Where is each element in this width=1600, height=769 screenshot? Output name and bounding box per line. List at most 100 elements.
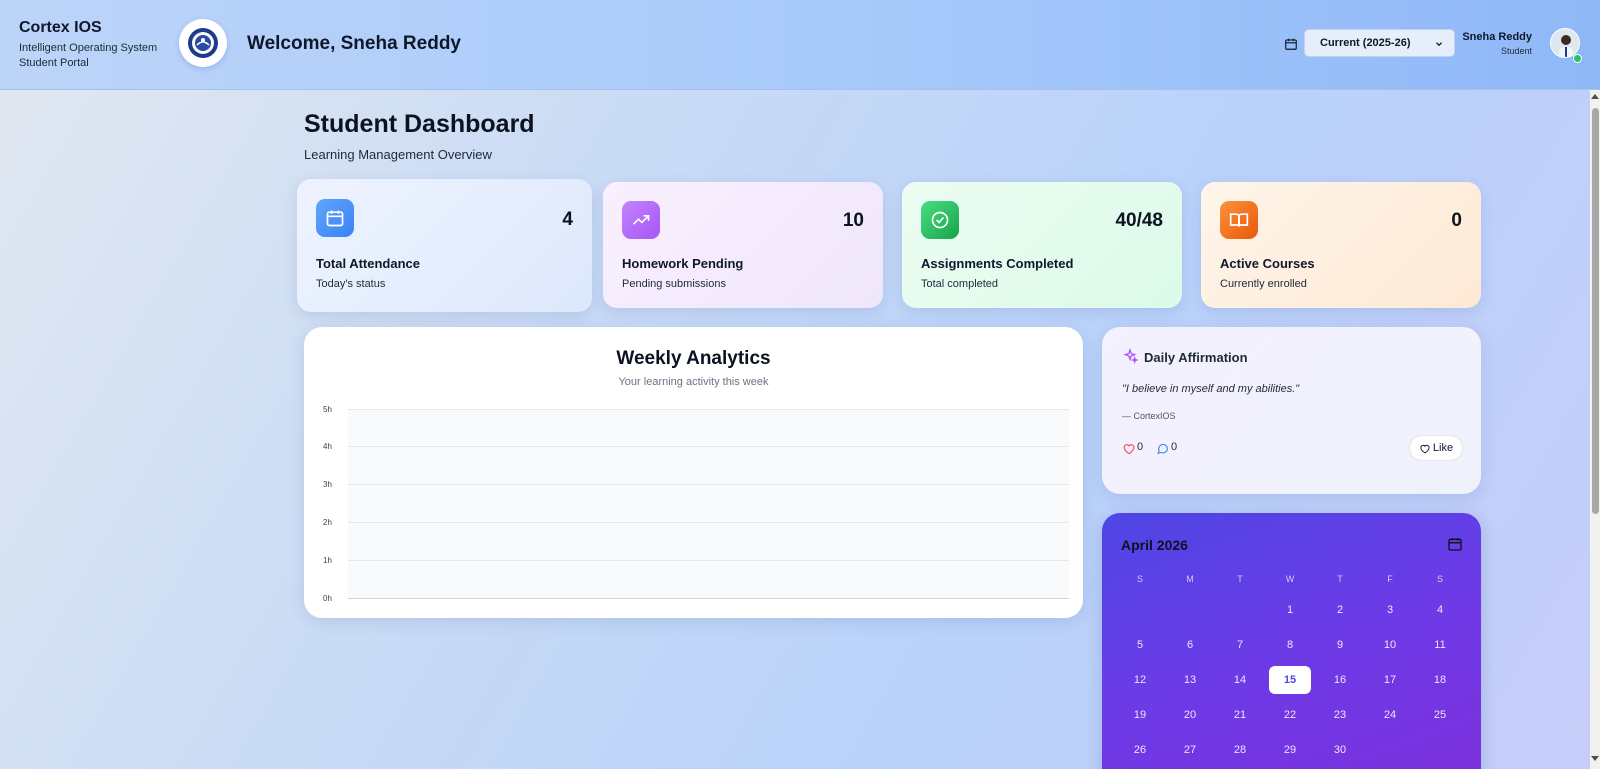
- check-circle-icon: [921, 201, 959, 239]
- brand-block: Cortex IOS Intelligent Operating System …: [19, 19, 157, 71]
- page-title: Student Dashboard: [304, 110, 535, 138]
- calendar-icon: [1285, 38, 1297, 50]
- calendar-day[interactable]: 14: [1219, 666, 1261, 694]
- weekday-header: S: [1436, 574, 1443, 584]
- affirmation-author: — CortexIOS: [1122, 411, 1176, 421]
- calendar-day[interactable]: 11: [1419, 631, 1461, 659]
- book-open-icon: [1220, 201, 1258, 239]
- stat-subtext: Currently enrolled: [1220, 278, 1307, 290]
- page-subtitle: Learning Management Overview: [304, 147, 492, 162]
- calendar-icon[interactable]: [1447, 536, 1463, 552]
- calendar-day[interactable]: 18: [1419, 666, 1461, 694]
- calendar-day[interactable]: 16: [1319, 666, 1361, 694]
- stat-value: 4: [562, 209, 573, 230]
- stat-card-attendance[interactable]: 4 Total Attendance Today's status: [297, 179, 592, 312]
- calendar-day[interactable]: 30: [1319, 736, 1361, 764]
- weekly-analytics-card: Weekly Analytics Your learning activity …: [304, 327, 1083, 618]
- y-tick-label: 3h: [323, 480, 332, 489]
- y-tick-label: 4h: [323, 442, 332, 451]
- stat-value: 10: [842, 210, 864, 231]
- grid-line: [348, 409, 1069, 410]
- calendar-day[interactable]: 17: [1369, 666, 1411, 694]
- stat-label: Total Attendance: [316, 256, 421, 271]
- weekday-header: T: [1337, 574, 1343, 584]
- user-name: Sneha Reddy: [1462, 31, 1532, 43]
- y-tick-label: 0h: [323, 594, 332, 603]
- calendar-day[interactable]: 20: [1169, 701, 1211, 729]
- grid-line: [348, 446, 1069, 447]
- top-header: Cortex IOS Intelligent Operating System …: [0, 0, 1600, 90]
- stat-label: Homework Pending: [622, 256, 744, 271]
- calendar-day[interactable]: 22: [1269, 701, 1311, 729]
- heart-icon[interactable]: [1122, 442, 1135, 455]
- stat-card-homework[interactable]: 10 Homework Pending Pending submissions: [603, 182, 883, 308]
- sparkles-icon: [1123, 348, 1138, 364]
- stat-label: Assignments Completed: [921, 256, 1074, 271]
- calendar-day[interactable]: 7: [1219, 631, 1261, 659]
- grid-line: [348, 560, 1069, 561]
- calendar-day[interactable]: 29: [1269, 736, 1311, 764]
- calendar-day[interactable]: 28: [1219, 736, 1261, 764]
- calendar-day[interactable]: 24: [1369, 701, 1411, 729]
- chevron-down-icon: [1436, 42, 1442, 47]
- y-tick-label: 5h: [323, 405, 332, 414]
- stat-value: 40/48: [1115, 210, 1163, 231]
- weekday-header: T: [1237, 574, 1243, 584]
- calendar-day[interactable]: 23: [1319, 701, 1361, 729]
- scrollbar-thumb[interactable]: [1592, 108, 1599, 514]
- weekday-header: F: [1387, 574, 1393, 584]
- like-button-label: Like: [1432, 442, 1454, 454]
- stat-value: 0: [1451, 210, 1462, 231]
- calendar-day[interactable]: 2: [1319, 596, 1361, 624]
- stat-label: Active Courses: [1220, 256, 1315, 271]
- stat-subtext: Today's status: [316, 278, 386, 290]
- calendar-day[interactable]: 27: [1169, 736, 1211, 764]
- calendar-day[interactable]: 13: [1169, 666, 1211, 694]
- stat-subtext: Pending submissions: [622, 278, 726, 290]
- stat-card-assignments[interactable]: 40/48 Assignments Completed Total comple…: [902, 182, 1182, 308]
- like-count: 0: [1137, 441, 1144, 453]
- brand-name: Cortex IOS: [19, 19, 102, 36]
- y-tick-label: 1h: [323, 556, 332, 565]
- stat-card-courses[interactable]: 0 Active Courses Currently enrolled: [1201, 182, 1481, 308]
- calendar-month-label: April 2026: [1121, 537, 1188, 553]
- academic-year-select[interactable]: Current (2025-26): [1304, 29, 1455, 57]
- comment-icon[interactable]: [1156, 442, 1169, 455]
- calendar-day[interactable]: 9: [1319, 631, 1361, 659]
- scroll-down-arrow[interactable]: [1591, 756, 1599, 761]
- calendar-day[interactable]: 21: [1219, 701, 1261, 729]
- like-button[interactable]: Like: [1409, 435, 1463, 461]
- stat-subtext: Total completed: [921, 278, 999, 290]
- calendar-day[interactable]: 5: [1119, 631, 1161, 659]
- brand-tagline: Intelligent Operating System: [19, 42, 158, 54]
- scroll-up-arrow[interactable]: [1591, 94, 1599, 99]
- weekday-header: W: [1285, 574, 1295, 584]
- calendar-day[interactable]: 26: [1119, 736, 1161, 764]
- grid-line: [348, 484, 1069, 485]
- calendar-day[interactable]: 10: [1369, 631, 1411, 659]
- month-calendar: April 2026 S M T W T F S 1 2 3 4 5 6 7 8 9 10 11 12 13 14 15 1…: [1102, 513, 1481, 769]
- online-status-dot: [1573, 54, 1582, 63]
- calendar-day[interactable]: 12: [1119, 666, 1161, 694]
- calendar-day[interactable]: 3: [1369, 596, 1411, 624]
- calendar-day[interactable]: 8: [1269, 631, 1311, 659]
- daily-affirmation-card: Daily Affirmation "I believe in myself a…: [1102, 327, 1481, 494]
- x-axis-line: [348, 598, 1069, 599]
- trending-up-icon: [622, 201, 660, 239]
- analytics-title: Weekly Analytics: [616, 348, 771, 369]
- calendar-day[interactable]: 25: [1419, 701, 1461, 729]
- brand-portal: Student Portal: [19, 57, 89, 69]
- analytics-subtitle: Your learning activity this week: [618, 376, 769, 388]
- user-role: Student: [1500, 46, 1532, 56]
- school-logo: [179, 19, 227, 67]
- calendar-day[interactable]: 19: [1119, 701, 1161, 729]
- calendar-day[interactable]: 1: [1269, 596, 1311, 624]
- weekday-header: M: [1186, 574, 1194, 584]
- calendar-day-today[interactable]: 15: [1269, 666, 1311, 694]
- calendar-day[interactable]: 4: [1419, 596, 1461, 624]
- affirmation-title: Daily Affirmation: [1144, 350, 1248, 365]
- comment-count: 0: [1171, 441, 1178, 453]
- analytics-plot-area: [348, 409, 1069, 599]
- calendar-day[interactable]: 6: [1169, 631, 1211, 659]
- welcome-heading: Welcome, Sneha Reddy: [247, 33, 461, 54]
